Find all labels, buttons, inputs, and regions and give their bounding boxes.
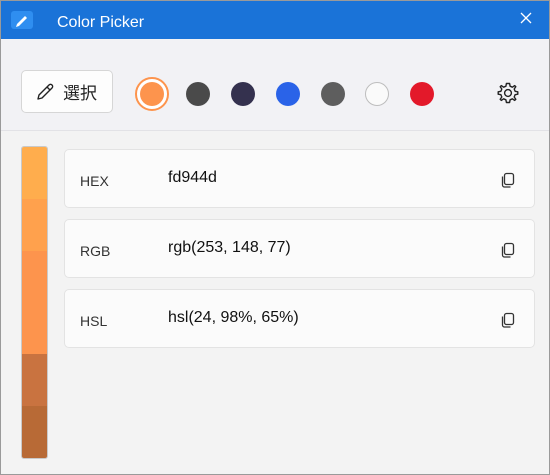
copy-icon[interactable]	[498, 170, 518, 190]
shade-swatch[interactable]	[22, 147, 47, 199]
shade-swatch[interactable]	[22, 250, 47, 355]
copy-icon[interactable]	[498, 310, 518, 330]
shade-swatch[interactable]	[22, 354, 47, 407]
copy-icon[interactable]	[498, 240, 518, 260]
hex-value-card: HEX fd944d	[64, 149, 535, 208]
shade-swatch[interactable]	[22, 198, 47, 251]
hex-label: HEX	[80, 173, 109, 189]
swatch-dark-gray[interactable]	[186, 82, 210, 106]
title-bar[interactable]: Color Picker	[1, 1, 549, 39]
hsl-value[interactable]: hsl(24, 98%, 65%)	[168, 309, 299, 327]
swatch-red[interactable]	[410, 82, 434, 106]
color-values-panel: HEX fd944d RGB rgb(253, 148, 77) HSL hsl…	[1, 132, 549, 474]
hsl-value-card: HSL hsl(24, 98%, 65%)	[64, 289, 535, 348]
color-picker-window: Color Picker 選択 HEX fd944d RGB rgb(253, …	[0, 0, 550, 475]
hex-value[interactable]: fd944d	[168, 169, 217, 187]
window-title: Color Picker	[57, 14, 145, 31]
swatch-selected-fill	[140, 82, 164, 106]
toolbar: 選択	[1, 39, 549, 131]
rgb-label: RGB	[80, 243, 111, 259]
swatch-gray[interactable]	[321, 82, 345, 106]
color-shades-bar[interactable]	[21, 146, 48, 459]
rgb-value[interactable]: rgb(253, 148, 77)	[168, 239, 291, 257]
swatch-navy[interactable]	[231, 82, 255, 106]
swatch-white[interactable]	[365, 82, 389, 106]
close-button[interactable]	[503, 1, 549, 35]
hsl-label: HSL	[80, 313, 108, 329]
color-picker-app-icon	[11, 11, 33, 29]
rgb-value-card: RGB rgb(253, 148, 77)	[64, 219, 535, 278]
swatch-blue[interactable]	[276, 82, 300, 106]
close-icon	[520, 12, 532, 24]
eyedropper-icon	[37, 83, 54, 100]
settings-icon[interactable]	[496, 81, 520, 105]
swatch-selected[interactable]	[135, 77, 169, 111]
pick-color-button[interactable]: 選択	[21, 70, 113, 113]
pick-color-label: 選択	[63, 84, 97, 103]
shade-swatch[interactable]	[22, 406, 47, 458]
